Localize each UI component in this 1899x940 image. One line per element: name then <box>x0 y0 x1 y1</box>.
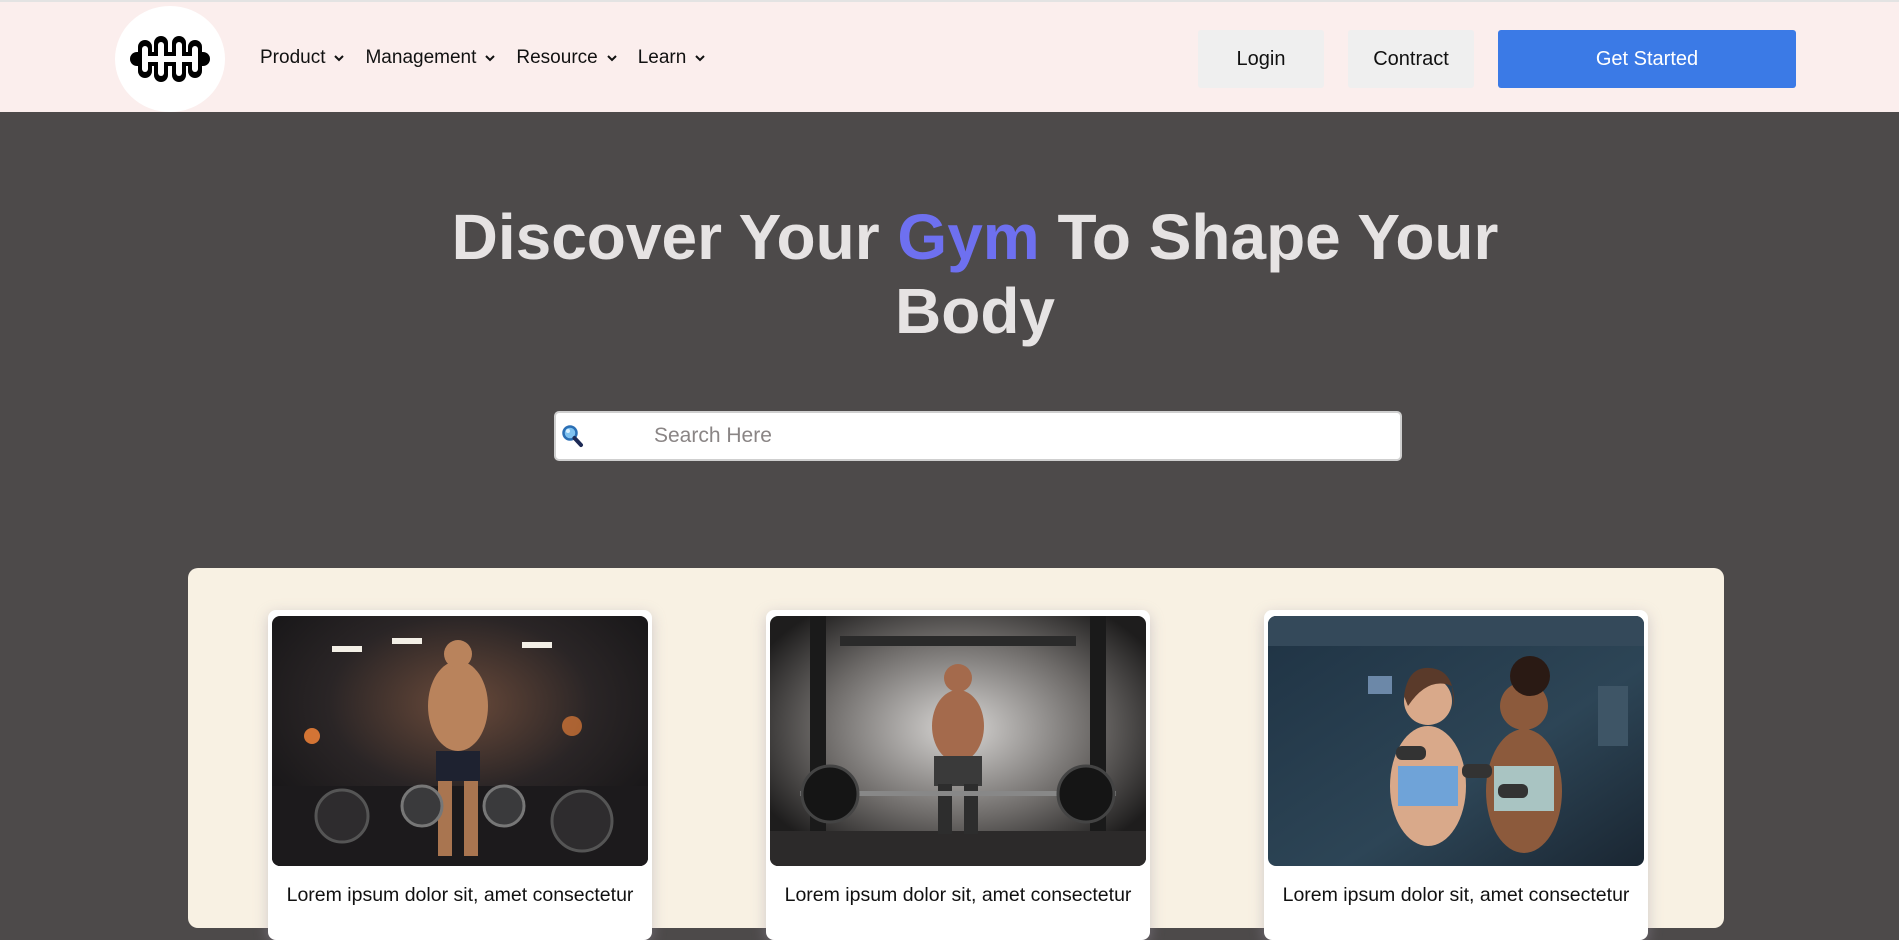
dumbbell-icon <box>130 36 210 82</box>
contract-button[interactable]: Contract <box>1348 30 1474 88</box>
logo[interactable] <box>115 6 225 112</box>
gym-card[interactable]: Lorem ipsum dolor sit, amet consectetur <box>766 610 1150 940</box>
hero-title-part1: Discover Your <box>451 201 898 273</box>
two-women-with-dumbbells-photo <box>1268 616 1644 866</box>
nav-item-resource[interactable]: Resource <box>516 47 617 69</box>
login-button[interactable]: Login <box>1198 30 1324 88</box>
magnifier-icon <box>562 425 583 447</box>
nav-item-product[interactable]: Product <box>260 47 345 69</box>
gym-card[interactable]: Lorem ipsum dolor sit, amet consectetur <box>1264 610 1648 940</box>
nav-item-label: Product <box>260 47 326 68</box>
main-nav: Product Management Resource Learn <box>260 2 726 114</box>
man-deadlifting-barbell-photo <box>770 616 1146 866</box>
chevron-down-icon <box>334 55 345 62</box>
gym-cards-panel: Lorem ipsum dolor sit, amet consectetur <box>188 568 1724 940</box>
chevron-down-icon <box>607 55 617 62</box>
nav-item-label: Management <box>365 47 477 68</box>
hero-title-accent: Gym <box>897 201 1040 273</box>
card-caption: Lorem ipsum dolor sit, amet consectetur <box>286 884 634 906</box>
chevron-down-icon <box>695 55 706 62</box>
nav-item-label: Learn <box>637 47 687 68</box>
search-bar <box>554 411 1402 461</box>
nav-item-learn[interactable]: Learn <box>638 47 707 69</box>
card-caption: Lorem ipsum dolor sit, amet consectetur <box>784 884 1132 906</box>
search-input[interactable] <box>654 413 1394 459</box>
top-navbar: Product Management Resource Learn Login … <box>0 0 1899 112</box>
hero-title: Discover Your Gym To Shape Your Body <box>380 200 1570 348</box>
get-started-button[interactable]: Get Started <box>1498 30 1796 88</box>
card-caption: Lorem ipsum dolor sit, amet consectetur <box>1282 884 1630 906</box>
nav-item-label: Resource <box>516 47 598 68</box>
chevron-down-icon <box>485 55 496 62</box>
bodybuilder-carrying-weight-plates-photo <box>272 616 648 866</box>
gym-card[interactable]: Lorem ipsum dolor sit, amet consectetur <box>268 610 652 940</box>
nav-item-management[interactable]: Management <box>365 47 496 69</box>
